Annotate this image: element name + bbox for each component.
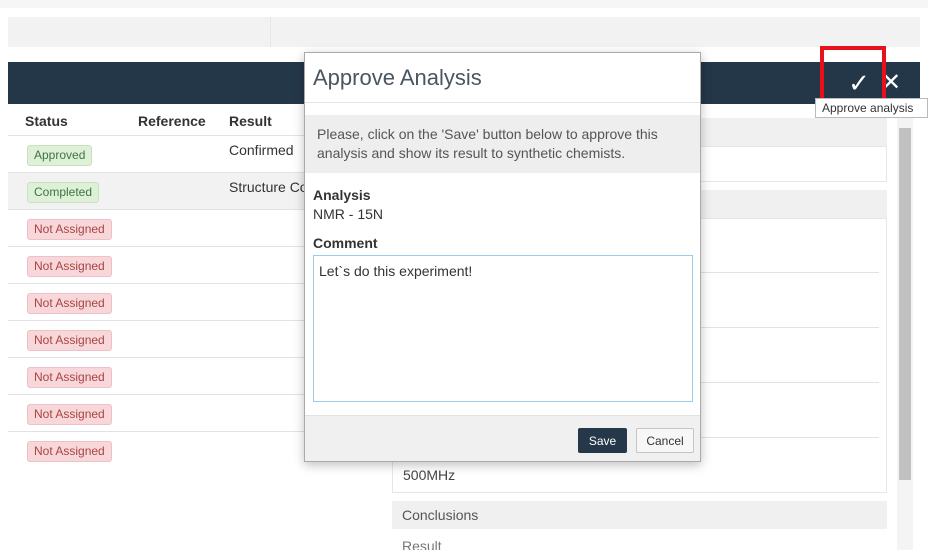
conclusions-heading: Conclusions bbox=[392, 501, 887, 529]
result-cell: Structure Co bbox=[229, 179, 308, 195]
result-cell: Confirmed bbox=[229, 142, 294, 158]
table-row[interactable]: Not Assigned bbox=[8, 210, 304, 247]
table-row[interactable]: Not Assigned bbox=[8, 247, 304, 284]
status-badge: Not Assigned bbox=[27, 404, 112, 425]
analyses-table: Status Reference Result Approved Confirm… bbox=[8, 104, 308, 469]
filter-bar bbox=[8, 17, 920, 47]
table-row[interactable]: Not Assigned bbox=[8, 284, 304, 321]
table-row[interactable]: Completed Structure Co bbox=[8, 173, 308, 210]
analysis-value: NMR - 15N bbox=[313, 206, 384, 222]
save-button[interactable]: Save bbox=[578, 428, 627, 453]
cancel-button[interactable]: Cancel bbox=[636, 428, 694, 453]
app-window: ✓ ✕ Approve analysis Status Reference Re… bbox=[0, 0, 928, 550]
analysis-label: Analysis bbox=[313, 187, 371, 203]
table-row[interactable]: Not Assigned bbox=[8, 432, 304, 469]
result-label: Result bbox=[402, 538, 442, 550]
scrollbar-thumb[interactable] bbox=[899, 128, 911, 480]
status-badge: Not Assigned bbox=[27, 367, 112, 388]
top-strip bbox=[0, 0, 928, 8]
status-badge: Not Assigned bbox=[27, 256, 112, 277]
table-row[interactable]: Not Assigned bbox=[8, 395, 304, 432]
dialog-footer: Save Cancel bbox=[305, 415, 700, 461]
approve-tooltip: Approve analysis bbox=[815, 98, 928, 118]
status-badge: Not Assigned bbox=[27, 441, 112, 462]
table-row[interactable]: Not Assigned bbox=[8, 358, 304, 395]
table-row[interactable]: Approved Confirmed bbox=[8, 136, 304, 173]
status-badge: Completed bbox=[27, 182, 100, 203]
frequency-value: 500MHz bbox=[403, 467, 456, 483]
approve-button-highlight bbox=[820, 46, 886, 104]
column-header-status[interactable]: Status bbox=[25, 113, 68, 129]
table-header: Status Reference Result bbox=[8, 104, 304, 136]
approve-analysis-dialog: Approve Analysis Please, click on the 'S… bbox=[304, 52, 701, 462]
dialog-instructions: Please, click on the 'Save' button below… bbox=[305, 115, 700, 173]
filter-divider bbox=[270, 17, 271, 47]
status-badge: Not Assigned bbox=[27, 219, 112, 240]
comment-textarea[interactable]: Let`s do this experiment! bbox=[313, 255, 693, 402]
status-badge: Not Assigned bbox=[27, 330, 112, 351]
column-header-reference[interactable]: Reference bbox=[138, 113, 206, 129]
dialog-divider bbox=[305, 102, 700, 103]
column-header-result[interactable]: Result bbox=[229, 113, 272, 129]
comment-label: Comment bbox=[313, 235, 378, 251]
dialog-title: Approve Analysis bbox=[313, 65, 482, 90]
status-badge: Approved bbox=[27, 145, 93, 166]
table-row[interactable]: Not Assigned bbox=[8, 321, 304, 358]
details-scrollbar[interactable] bbox=[897, 118, 913, 550]
status-badge: Not Assigned bbox=[27, 293, 112, 314]
